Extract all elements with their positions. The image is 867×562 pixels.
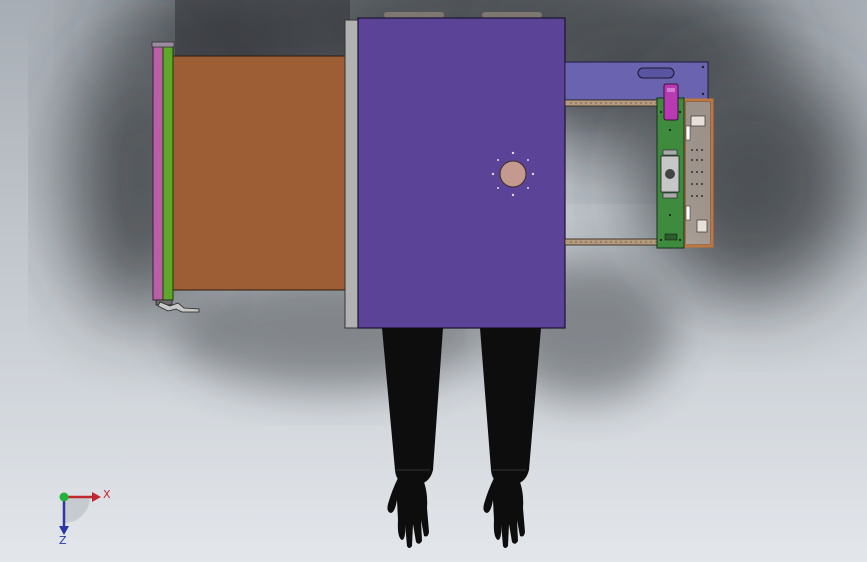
front-plate[interactable] [344, 19, 359, 329]
y-axis-origin [59, 492, 69, 502]
back-shadow-strip [175, 0, 350, 56]
porthole[interactable] [499, 160, 527, 188]
drawer-panel[interactable] [171, 55, 349, 291]
magenta-bracket[interactable] [663, 83, 679, 121]
drawer-assembly[interactable] [171, 55, 349, 291]
slot-hole [637, 67, 675, 79]
side-plate[interactable] [564, 61, 709, 101]
pink-handle-bar[interactable] [152, 43, 164, 301]
z-axis-label: Z [59, 534, 67, 547]
model-canvas[interactable]: X Z [0, 0, 867, 562]
main-body-panel[interactable] [357, 17, 566, 329]
side-mounting-plate[interactable] [564, 61, 709, 101]
cad-viewport[interactable]: X Z [0, 0, 867, 562]
x-axis-label: X [103, 488, 111, 501]
green-handle-bar[interactable] [162, 43, 174, 301]
orange-frame[interactable] [682, 98, 714, 248]
glovebox-body[interactable] [357, 17, 566, 329]
